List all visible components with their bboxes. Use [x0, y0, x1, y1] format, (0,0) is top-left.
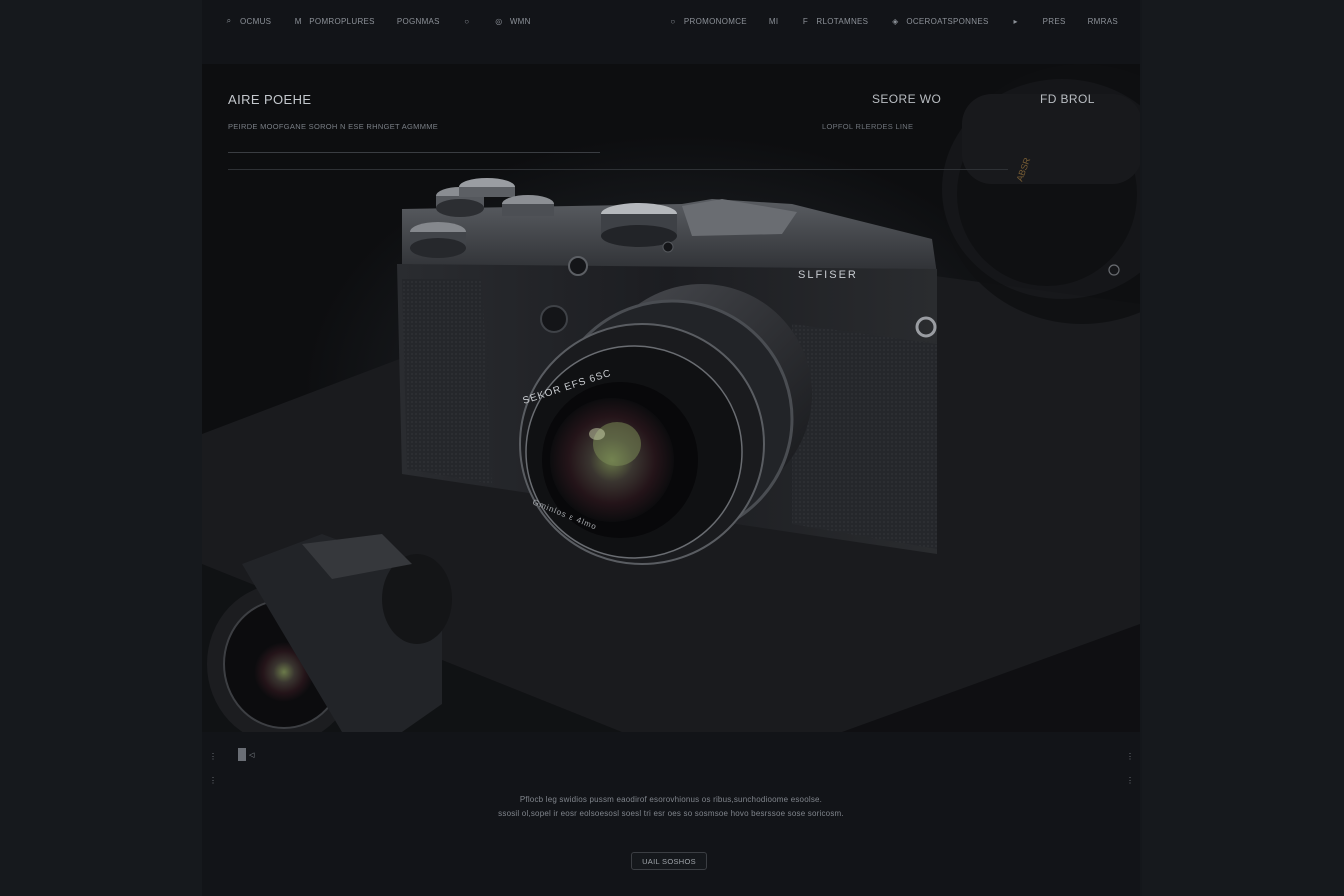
circle-icon: ○	[464, 16, 470, 26]
nav-item-ocmus[interactable]: ⌕ OCMUS	[224, 16, 271, 26]
right-margin	[1142, 0, 1344, 896]
nav-label: MI	[768, 16, 779, 26]
nav-item-pres[interactable]: PRES	[1043, 17, 1066, 26]
camera-icon: ◎	[495, 16, 503, 26]
nav-label: OCMUS	[240, 16, 272, 26]
cta-button[interactable]: UAIL SOSHOS	[631, 852, 707, 870]
more-icon[interactable]: ⋮	[1126, 752, 1134, 761]
search-icon: ⌕	[226, 16, 232, 25]
hero-title: AIRE POEHE	[228, 92, 312, 107]
nav-label: PROMONOMCE	[683, 16, 747, 26]
description-line: ssosil ol,sopel ir eosr eolsoesosl soesl…	[498, 809, 844, 818]
camera-product-image: ABSR SLFISER SEKOR EFS 6SC Gminlos ε 4lm…	[202, 64, 1140, 732]
nav-label: RMRAS	[1087, 16, 1118, 26]
nav-item-promonomce[interactable]: ○ PROMONOMCE	[668, 17, 747, 26]
nav-item-oceroatsponnes[interactable]: ◈ OCEROATSPONNES	[890, 17, 988, 26]
top-navigation: ⌕ OCMUS M POMROPLURES POGNMAS ○ ◎ WMN ○ …	[202, 0, 1140, 42]
chevron-left-icon[interactable]: ◁	[249, 751, 254, 759]
nav-label: POMROPLURES	[309, 16, 375, 26]
play-icon: ▸	[1013, 16, 1018, 26]
flag-icon: F	[802, 16, 808, 26]
pager-thumb[interactable]	[238, 748, 246, 761]
hero-mid-subtitle: LOPFOL RLERDES LINE	[822, 122, 914, 131]
globe-icon: ◈	[892, 16, 899, 26]
hero-subtitle: PEIRDE MOOFGANE SOROH N ESE RHNGET AGMMM…	[228, 122, 439, 131]
divider	[228, 169, 1008, 170]
nav-item-circle[interactable]: ○	[462, 17, 472, 26]
nav-label: POGNMAS	[396, 16, 440, 26]
nav-item-wmn[interactable]: ◎ WMN	[494, 17, 531, 26]
nav-item-rlotamnes[interactable]: F RLOTAMNES	[800, 17, 868, 26]
more-icon[interactable]: ⋮	[209, 752, 217, 761]
more-icon[interactable]: ⋮	[1126, 776, 1134, 785]
nav-label: WMN	[509, 16, 531, 26]
slide-pager[interactable]: ◁	[238, 748, 254, 761]
hero-right-title[interactable]: FD BROL	[1040, 92, 1095, 106]
nav-item-pognmas[interactable]: POGNMAS	[397, 17, 440, 26]
description-line: Pflocb leg swidios pussm eaodirof esorov…	[519, 795, 823, 804]
nav-right-group: ○ PROMONOMCE MI F RLOTAMNES ◈ OCEROATSPO…	[646, 17, 1118, 26]
hero-mid-title[interactable]: SEORE WO	[872, 92, 941, 106]
nav-label: PRES	[1042, 16, 1066, 26]
left-margin	[0, 0, 202, 896]
menu-icon: M	[294, 16, 302, 26]
divider	[228, 152, 600, 153]
camera-brand-label: SLFISER	[798, 269, 858, 281]
nav-left-group: ⌕ OCMUS M POMROPLURES POGNMAS ○ ◎ WMN	[224, 16, 553, 26]
nav-item-mi[interactable]: MI	[769, 17, 779, 26]
hero-banner: ABSR SLFISER SEKOR EFS 6SC Gminlos ε 4lm…	[202, 64, 1140, 732]
nav-item-pomropolures[interactable]: M POMROPLURES	[293, 17, 375, 26]
nav-label: RLOTAMNES	[816, 16, 869, 26]
page: ⌕ OCMUS M POMROPLURES POGNMAS ○ ◎ WMN ○ …	[202, 0, 1140, 896]
more-icon[interactable]: ⋮	[209, 776, 217, 785]
nav-item-rmras[interactable]: RMRAS	[1088, 17, 1118, 26]
circle-icon: ○	[670, 16, 676, 26]
nav-label: OCEROATSPONNES	[906, 16, 989, 26]
nav-item-play[interactable]: ▸	[1011, 17, 1021, 26]
